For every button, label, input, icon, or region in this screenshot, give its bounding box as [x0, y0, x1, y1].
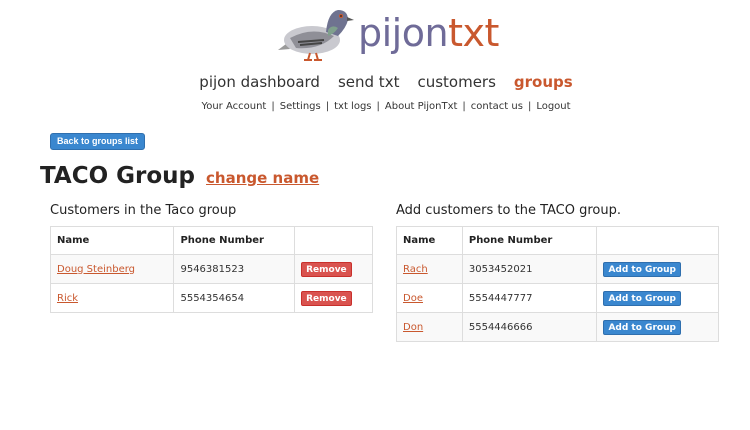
- add-customers-section-title: Add customers to the TACO group.: [396, 203, 621, 218]
- add-to-group-button[interactable]: Add to Group: [603, 319, 681, 335]
- nav-separator: |: [462, 101, 466, 112]
- phone-number: 5554447777: [461, 283, 598, 313]
- logo[interactable]: pijontxt: [276, 2, 499, 64]
- table-row: Rick 5554354654 Remove: [49, 283, 373, 313]
- nav-send-txt[interactable]: send txt: [338, 73, 399, 91]
- logo-text-part2: txt: [448, 11, 499, 55]
- nav-separator: |: [527, 101, 532, 112]
- column-header-phone: Phone Number: [461, 226, 598, 255]
- group-name: TACO Group: [40, 163, 196, 189]
- members-section-title: Customers in the Taco group: [50, 203, 237, 218]
- customer-link[interactable]: Don: [403, 322, 423, 333]
- page-title: TACO Group change name: [40, 163, 319, 189]
- add-to-group-button[interactable]: Add to Group: [603, 261, 681, 277]
- logo-text: pijontxt: [358, 10, 499, 56]
- main-nav: pijon dashboard send txt customers group…: [0, 73, 750, 91]
- back-to-groups-button[interactable]: Back to groups list: [50, 133, 146, 150]
- table-row: Doe 5554447777 Add to Group: [396, 283, 719, 313]
- remove-button[interactable]: Remove: [301, 261, 352, 277]
- nav-settings[interactable]: Settings: [280, 101, 321, 112]
- phone-number: 3053452021: [461, 254, 598, 284]
- available-customers-table: Name Phone Number Rach 3053452021 Add to…: [396, 226, 719, 342]
- customer-link[interactable]: Doug Steinberg: [57, 264, 135, 275]
- nav-your-account[interactable]: Your Account: [201, 101, 266, 112]
- column-header-actions: [596, 226, 719, 255]
- phone-number: 5554354654: [173, 283, 296, 313]
- phone-number: 5554446666: [461, 312, 598, 342]
- pigeon-icon: [278, 10, 354, 61]
- table-header-row: Name Phone Number: [396, 226, 719, 255]
- group-members-table: Name Phone Number Doug Steinberg 9546381…: [49, 226, 373, 313]
- nav-txt-logs[interactable]: txt logs: [334, 101, 371, 112]
- customer-link[interactable]: Rach: [403, 264, 428, 275]
- account-nav: Your Account | Settings | txt logs | About Pij…: [0, 101, 750, 112]
- change-name-link[interactable]: change name: [206, 169, 319, 187]
- remove-button[interactable]: Remove: [301, 290, 352, 306]
- table-header-row: Name Phone Number: [49, 226, 373, 255]
- table-row: Don 5554446666 Add to Group: [396, 312, 719, 342]
- nav-separator: |: [271, 101, 275, 112]
- customer-link[interactable]: Rick: [57, 293, 78, 304]
- nav-logout[interactable]: Logout: [536, 101, 570, 112]
- nav-separator: |: [376, 101, 380, 112]
- phone-number: 9546381523: [173, 254, 296, 284]
- logo-text-part1: pijon: [358, 11, 449, 55]
- nav-pijon-dashboard[interactable]: pijon dashboard: [199, 73, 320, 91]
- customer-link[interactable]: Doe: [403, 293, 423, 304]
- column-header-actions: [294, 226, 373, 255]
- column-header-name: Name: [396, 226, 463, 255]
- table-row: Rach 3053452021 Add to Group: [396, 254, 719, 284]
- nav-about[interactable]: About PijonTxt: [385, 101, 458, 112]
- nav-groups[interactable]: groups: [514, 73, 573, 91]
- table-row: Doug Steinberg 9546381523 Remove: [49, 254, 373, 284]
- nav-customers[interactable]: customers: [417, 73, 495, 91]
- column-header-phone: Phone Number: [173, 226, 296, 255]
- add-to-group-button[interactable]: Add to Group: [603, 290, 681, 306]
- column-header-name: Name: [49, 226, 175, 255]
- nav-contact-us[interactable]: contact us: [471, 101, 523, 112]
- nav-separator: |: [325, 101, 330, 112]
